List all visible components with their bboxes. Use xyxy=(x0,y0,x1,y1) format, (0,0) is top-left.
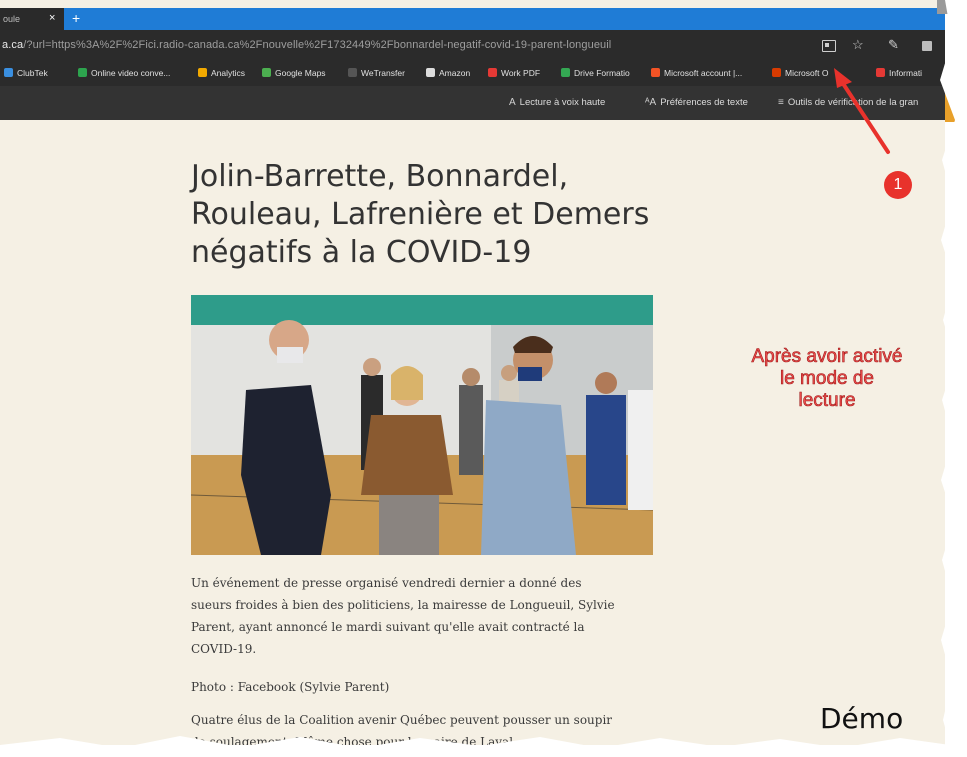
annotation-line: lecture xyxy=(798,390,856,412)
bookmark-icon xyxy=(262,68,271,77)
url-path: /?url=https%3A%2F%2Fici.radio-canada.ca%… xyxy=(23,39,612,51)
bookmark-clubtek[interactable]: ClubTek xyxy=(4,68,48,78)
paragraph-line: de soulagement. Même chose pour le maire… xyxy=(191,735,517,745)
address-toolbar: a.ca/?url=https%3A%2F%2Fici.radio-canada… xyxy=(0,30,945,60)
bookmark-label: Online video conve... xyxy=(91,68,171,78)
annotation-text: Après avoir activé le mode de lecture xyxy=(722,346,932,412)
bookmark-label: Google Maps xyxy=(275,68,326,78)
bookmark-icon xyxy=(876,68,885,77)
paragraph-line: COVID-19. xyxy=(191,642,257,656)
bookmark-informatique[interactable]: Informati xyxy=(876,68,922,78)
bookmark-label: ClubTek xyxy=(17,68,48,78)
bookmark-label: Amazon xyxy=(439,68,471,78)
annotation-line: le mode de xyxy=(779,368,875,390)
title-line: Rouleau, Lafrenière et Demers xyxy=(191,197,650,232)
bookmark-microsoft-office[interactable]: Microsoft O xyxy=(772,68,828,78)
bookmark-icon xyxy=(348,68,357,77)
demo-label: Démo xyxy=(820,702,904,735)
bookmark-label: Microsoft O xyxy=(785,68,829,78)
article-paragraph-2: Quatre élus de la Coalition avenir Québe… xyxy=(191,709,651,745)
bookmark-icon xyxy=(488,68,497,77)
tab-bar: oule × + xyxy=(0,8,945,30)
bookmark-icon xyxy=(426,68,435,77)
bookmark-icon xyxy=(4,68,13,77)
bookmark-wetransfer[interactable]: WeTransfer xyxy=(348,68,405,78)
text-preferences-icon: ᴬA xyxy=(645,97,657,108)
grammar-tools-button[interactable]: ≡ Outils de vérification de la gran xyxy=(778,97,918,108)
article-photo xyxy=(191,295,653,555)
bookmark-online-video[interactable]: Online video conve... xyxy=(78,68,170,78)
bookmark-icon xyxy=(651,68,660,77)
bookmark-icon xyxy=(561,68,570,77)
extension-icon[interactable] xyxy=(922,41,932,51)
title-line: Jolin-Barrette, Bonnardel, xyxy=(191,159,569,194)
new-tab-button[interactable]: + xyxy=(72,10,80,26)
window-corner xyxy=(937,0,967,14)
bookmarks-bar: ClubTek Online video conve... Analytics … xyxy=(0,60,945,86)
bookmark-label: Microsoft account |... xyxy=(664,68,743,78)
paragraph-line: sueurs froides à bien des politiciens, l… xyxy=(191,598,615,612)
bookmark-label: Analytics xyxy=(211,68,246,78)
bookmark-label: Informati xyxy=(889,68,923,78)
side-tab xyxy=(945,92,967,122)
step-number-badge: 1 xyxy=(884,171,912,199)
annotation-line: Après avoir activé xyxy=(751,346,903,368)
tab-title: oule xyxy=(3,14,21,24)
bookmark-drive[interactable]: Drive Formatio xyxy=(561,68,630,78)
read-aloud-button[interactable]: A Lecture à voix haute xyxy=(509,97,605,108)
read-aloud-icon: A xyxy=(509,97,516,108)
url-host: a.ca xyxy=(2,39,24,51)
paragraph-line: Quatre élus de la Coalition avenir Québe… xyxy=(191,713,613,727)
reader-view-icon[interactable] xyxy=(822,40,836,52)
photo-caption: Photo : Facebook (Sylvie Parent) xyxy=(191,680,390,694)
grammar-tools-label: Outils de vérification de la gran xyxy=(787,97,919,108)
article-title: Jolin-Barrette, Bonnardel, Rouleau, Lafr… xyxy=(191,158,661,272)
bookmark-label: WeTransfer xyxy=(361,68,405,78)
bookmark-icon xyxy=(198,68,207,77)
read-aloud-label: Lecture à voix haute xyxy=(519,97,606,108)
pen-icon[interactable]: ✎ xyxy=(888,37,899,53)
bookmark-work-pdf[interactable]: Work PDF xyxy=(488,68,540,78)
title-line: négatifs à la COVID-19 xyxy=(191,235,532,270)
bookmark-analytics[interactable]: Analytics xyxy=(198,68,245,78)
reader-toolbar: A Lecture à voix haute ᴬA Préférences de t… xyxy=(0,86,945,120)
bookmark-amazon[interactable]: Amazon xyxy=(426,68,470,78)
bookmark-microsoft-account[interactable]: Microsoft account |... xyxy=(651,68,742,78)
grammar-tools-icon: ≡ xyxy=(778,97,784,108)
text-preferences-label: Préférences de texte xyxy=(660,97,748,108)
bookmark-label: Drive Formatio xyxy=(574,68,630,78)
bookmark-icon xyxy=(78,68,87,77)
press-event-photo xyxy=(191,295,653,555)
paragraph-line: Un événement de presse organisé vendredi… xyxy=(191,576,582,590)
tab-close-icon[interactable]: × xyxy=(49,12,55,24)
address-bar[interactable]: a.ca/?url=https%3A%2F%2Fici.radio-canada… xyxy=(2,39,611,51)
article-paragraph: Un événement de presse organisé vendredi… xyxy=(191,572,651,660)
star-icon[interactable]: ☆ xyxy=(852,37,864,53)
browser-tab[interactable]: oule × xyxy=(0,8,64,30)
bookmark-icon xyxy=(772,68,781,77)
bookmark-google-maps[interactable]: Google Maps xyxy=(262,68,326,78)
bookmark-label: Work PDF xyxy=(501,68,541,78)
text-preferences-button[interactable]: ᴬA Préférences de texte xyxy=(645,97,748,108)
paragraph-line: Parent, ayant annoncé le mardi suivant q… xyxy=(191,620,585,634)
